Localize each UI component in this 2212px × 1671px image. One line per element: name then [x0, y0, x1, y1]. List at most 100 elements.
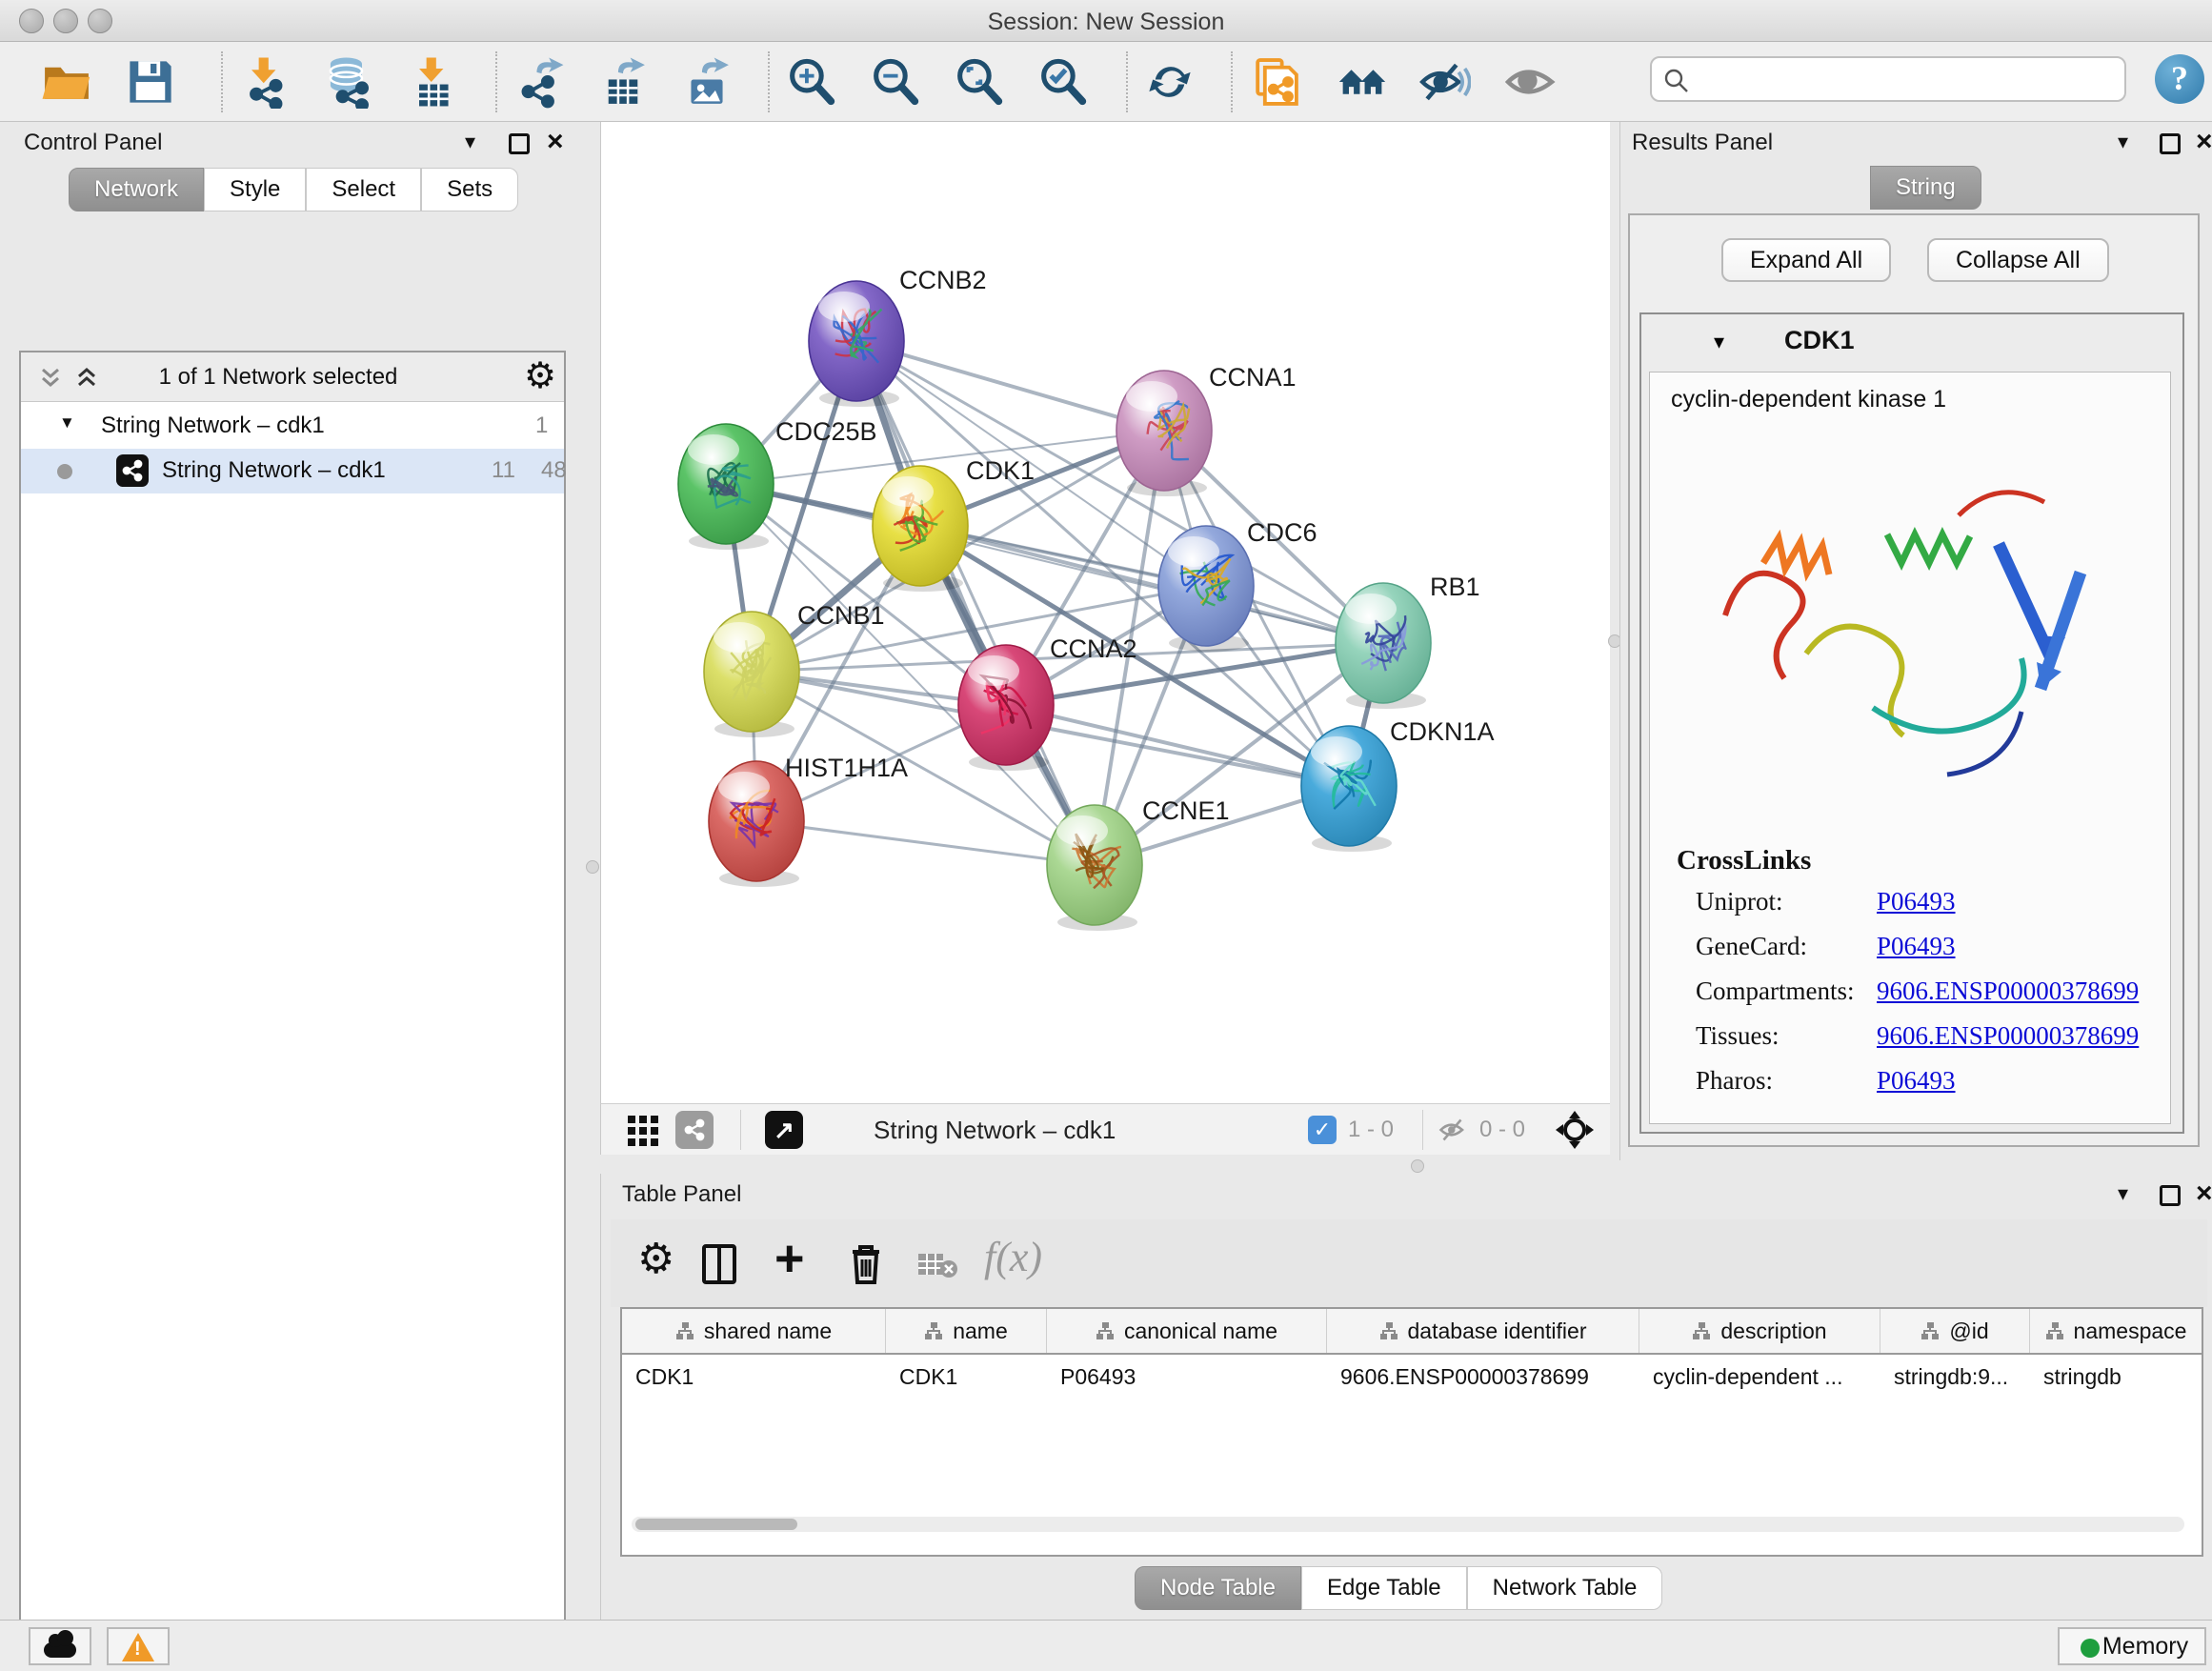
- network-edge[interactable]: [856, 341, 1095, 865]
- control-panel-close-icon[interactable]: ×: [547, 131, 564, 152]
- tab-string-results[interactable]: String: [1870, 166, 1981, 210]
- memory-status-dot-icon: [2081, 1639, 2100, 1658]
- delete-table-icon[interactable]: [917, 1250, 959, 1280]
- toolbar-separator: [221, 51, 223, 112]
- tab-network-table[interactable]: Network Table: [1467, 1566, 1663, 1610]
- network-view-toolbar: ↗ String Network – cdk1 ✓ 1 - 0 0 - 0: [600, 1103, 1610, 1155]
- crosslink-uniprot-link[interactable]: P06493: [1877, 887, 1956, 916]
- left-splitter-handle[interactable]: [586, 860, 599, 874]
- birdseye-crosshair-icon[interactable]: [1554, 1109, 1596, 1151]
- table-panel-close-icon[interactable]: ×: [2196, 1183, 2212, 1204]
- table-panel: Table Panel ▾ × ⚙ + f(x) shared name nam…: [600, 1174, 2212, 1620]
- table-panel-menu-caret-icon[interactable]: ▾: [2118, 1181, 2128, 1206]
- node-attribute-table[interactable]: shared name name canonical name database…: [620, 1307, 2203, 1557]
- column-header: database identifier: [1327, 1309, 1639, 1353]
- results-panel-close-icon[interactable]: ×: [2196, 131, 2212, 152]
- gene-description: cyclin-dependent kinase 1: [1671, 386, 1946, 413]
- import-network-file-button[interactable]: [238, 55, 292, 109]
- scrollbar-thumb[interactable]: [635, 1519, 797, 1530]
- search-input[interactable]: [1699, 62, 2109, 96]
- network-node-cdk1[interactable]: CDK1: [873, 456, 1035, 592]
- clone-network-button[interactable]: [1248, 55, 1301, 109]
- cloud-status-button[interactable]: [29, 1627, 91, 1665]
- control-panel-float-icon[interactable]: [509, 133, 530, 154]
- collection-label: String Network – cdk1: [101, 413, 325, 439]
- toolbar-separator: [768, 51, 770, 112]
- tab-node-table[interactable]: Node Table: [1135, 1566, 1301, 1610]
- tab-select[interactable]: Select: [306, 168, 421, 211]
- collapse-all-button[interactable]: Collapse All: [1927, 238, 2109, 282]
- network-node-ccna1[interactable]: CCNA1: [1116, 363, 1297, 496]
- network-node-cdkn1a[interactable]: CDKN1A: [1301, 717, 1495, 852]
- string-view-icon[interactable]: [675, 1111, 714, 1149]
- houses-button[interactable]: [1336, 55, 1389, 109]
- collection-expander-icon[interactable]: ▼: [59, 413, 75, 433]
- tab-style[interactable]: Style: [204, 168, 306, 211]
- refresh-layout-button[interactable]: [1143, 55, 1196, 109]
- network-node-cdc6[interactable]: CDC6: [1158, 518, 1317, 652]
- network-node-ccna2[interactable]: CCNA2: [958, 634, 1137, 771]
- grid-view-icon[interactable]: [626, 1114, 660, 1148]
- show-eye-button[interactable]: [1503, 55, 1557, 109]
- table-horizontal-scrollbar[interactable]: [632, 1517, 2184, 1532]
- hidden-eye-slash-icon[interactable]: [1438, 1116, 1470, 1144]
- crosslink-genecard-link[interactable]: P06493: [1877, 932, 1956, 961]
- network-node-ccnb2[interactable]: CCNB2: [809, 266, 987, 407]
- export-network-button[interactable]: [513, 55, 566, 109]
- crosslink-tissues-link[interactable]: 9606.ENSP00000378699: [1877, 1021, 2139, 1051]
- tab-edge-table[interactable]: Edge Table: [1301, 1566, 1467, 1610]
- results-panel-menu-caret-icon[interactable]: ▾: [2118, 130, 2128, 154]
- export-table-button[interactable]: [596, 55, 650, 109]
- import-network-database-button[interactable]: [322, 55, 375, 109]
- tree-options-gear-icon[interactable]: ⚙: [524, 354, 556, 397]
- network-node-rb1[interactable]: RB1: [1336, 573, 1480, 709]
- gene-collapse-caret-icon[interactable]: ▾: [1714, 330, 1724, 354]
- warnings-button[interactable]: [107, 1627, 170, 1665]
- hide-eye-slash-button[interactable]: [1418, 55, 1471, 109]
- network-view-canvas[interactable]: CCNB2 CCNA1 CDC25B CDK1 CDC6RB1 CCNB1 CCNA2 CDK…: [600, 122, 1610, 1103]
- results-panel-float-icon[interactable]: [2160, 133, 2181, 154]
- network-node-hist1h1a[interactable]: HIST1H1A: [709, 754, 908, 887]
- selected-nodes-checkbox-icon[interactable]: ✓: [1308, 1116, 1337, 1144]
- crosslink-pharos-link[interactable]: P06493: [1877, 1066, 1956, 1096]
- export-image-button[interactable]: [680, 55, 734, 109]
- tab-sets[interactable]: Sets: [421, 168, 518, 211]
- save-session-button[interactable]: [124, 55, 177, 109]
- table-panel-float-icon[interactable]: [2160, 1185, 2181, 1206]
- table-settings-gear-icon[interactable]: ⚙: [637, 1235, 674, 1283]
- delete-column-trash-icon[interactable]: [847, 1240, 885, 1286]
- import-table-button[interactable]: [406, 55, 459, 109]
- zoom-fit-button[interactable]: [953, 55, 1006, 109]
- crosslink-compartments-link[interactable]: 9606.ENSP00000378699: [1877, 976, 2139, 1006]
- zoom-out-button[interactable]: [869, 55, 922, 109]
- horizontal-splitter-handle[interactable]: [1411, 1159, 1424, 1173]
- string-app-icon: [116, 454, 149, 487]
- add-column-icon[interactable]: +: [774, 1229, 805, 1288]
- column-type-icon: [2045, 1321, 2064, 1340]
- tab-network[interactable]: Network: [69, 168, 204, 211]
- open-session-button[interactable]: [40, 55, 93, 109]
- show-columns-icon[interactable]: [702, 1244, 736, 1284]
- network-row[interactable]: String Network – cdk1 11 48: [21, 449, 564, 493]
- string-results-container: Expand All Collapse All ▾ CDK1 cyclin-de…: [1628, 213, 2200, 1147]
- collection-count: 1: [535, 413, 548, 439]
- expand-all-button[interactable]: Expand All: [1721, 238, 1891, 282]
- network-node-count: 11: [492, 457, 515, 484]
- network-edge[interactable]: [756, 821, 1095, 865]
- network-collection-row[interactable]: ▼ String Network – cdk1 1: [21, 404, 564, 449]
- network-node-ccne1[interactable]: CCNE1: [1047, 796, 1230, 931]
- results-panel-title: Results Panel: [1632, 130, 1773, 156]
- network-node-cdc25b[interactable]: CDC25B: [678, 417, 877, 550]
- zoom-selected-button[interactable]: [1036, 55, 1090, 109]
- zoom-in-button[interactable]: [785, 55, 838, 109]
- table-row[interactable]: CDK1 CDK1 P06493 9606.ENSP00000378699 cy…: [622, 1353, 2202, 1399]
- memory-button[interactable]: Memory: [2058, 1627, 2206, 1665]
- node-label: CDC25B: [775, 417, 877, 446]
- network-edge[interactable]: [1006, 705, 1349, 786]
- help-button[interactable]: ?: [2155, 54, 2204, 104]
- column-type-icon: [924, 1321, 943, 1340]
- detach-view-icon[interactable]: ↗: [765, 1111, 803, 1149]
- control-panel-menu-caret-icon[interactable]: ▾: [465, 130, 475, 154]
- hidden-counts: 0 - 0: [1479, 1117, 1525, 1143]
- network-node-ccnb1[interactable]: CCNB1: [704, 601, 885, 737]
